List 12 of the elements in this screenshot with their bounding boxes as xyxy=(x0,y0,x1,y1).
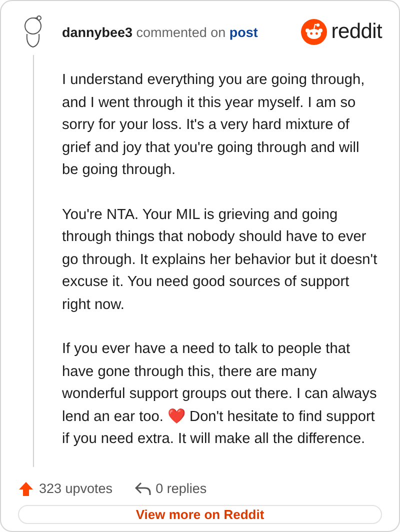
view-more-button[interactable]: View more on Reddit xyxy=(18,504,382,524)
comment-paragraph: I understand everything you are going through, and I went through it this year myself. I am so sorry for your loss. It's a very hard mixture of grief and joy that you're going through and will be going through. xyxy=(62,71,366,180)
reply-count: 0 replies xyxy=(156,481,207,496)
comment-byline: dannybee3 commented on post xyxy=(62,24,258,40)
comment-paragraph: If you ever have a need to talk to people that have gone through this, there are many wonderful support groups out there. I can always lend an ear too. ❤ Don't hesitate to find support if you need extra. It will make all the difference. xyxy=(62,340,378,449)
post-link[interactable]: post xyxy=(229,24,258,40)
brand-name: reddit xyxy=(331,20,382,44)
upvote-count: 323 upvotes xyxy=(39,481,113,496)
reddit-logo-icon xyxy=(301,19,328,45)
comment-paragraph: You're NTA. Your MIL is grieving and going through things that nobody should have to ever go through. It explains her behavior but it doesn't excuse it. You need good sources of support right now. xyxy=(62,206,378,314)
reply-icon[interactable] xyxy=(134,482,151,496)
upvote-icon[interactable] xyxy=(18,480,34,496)
